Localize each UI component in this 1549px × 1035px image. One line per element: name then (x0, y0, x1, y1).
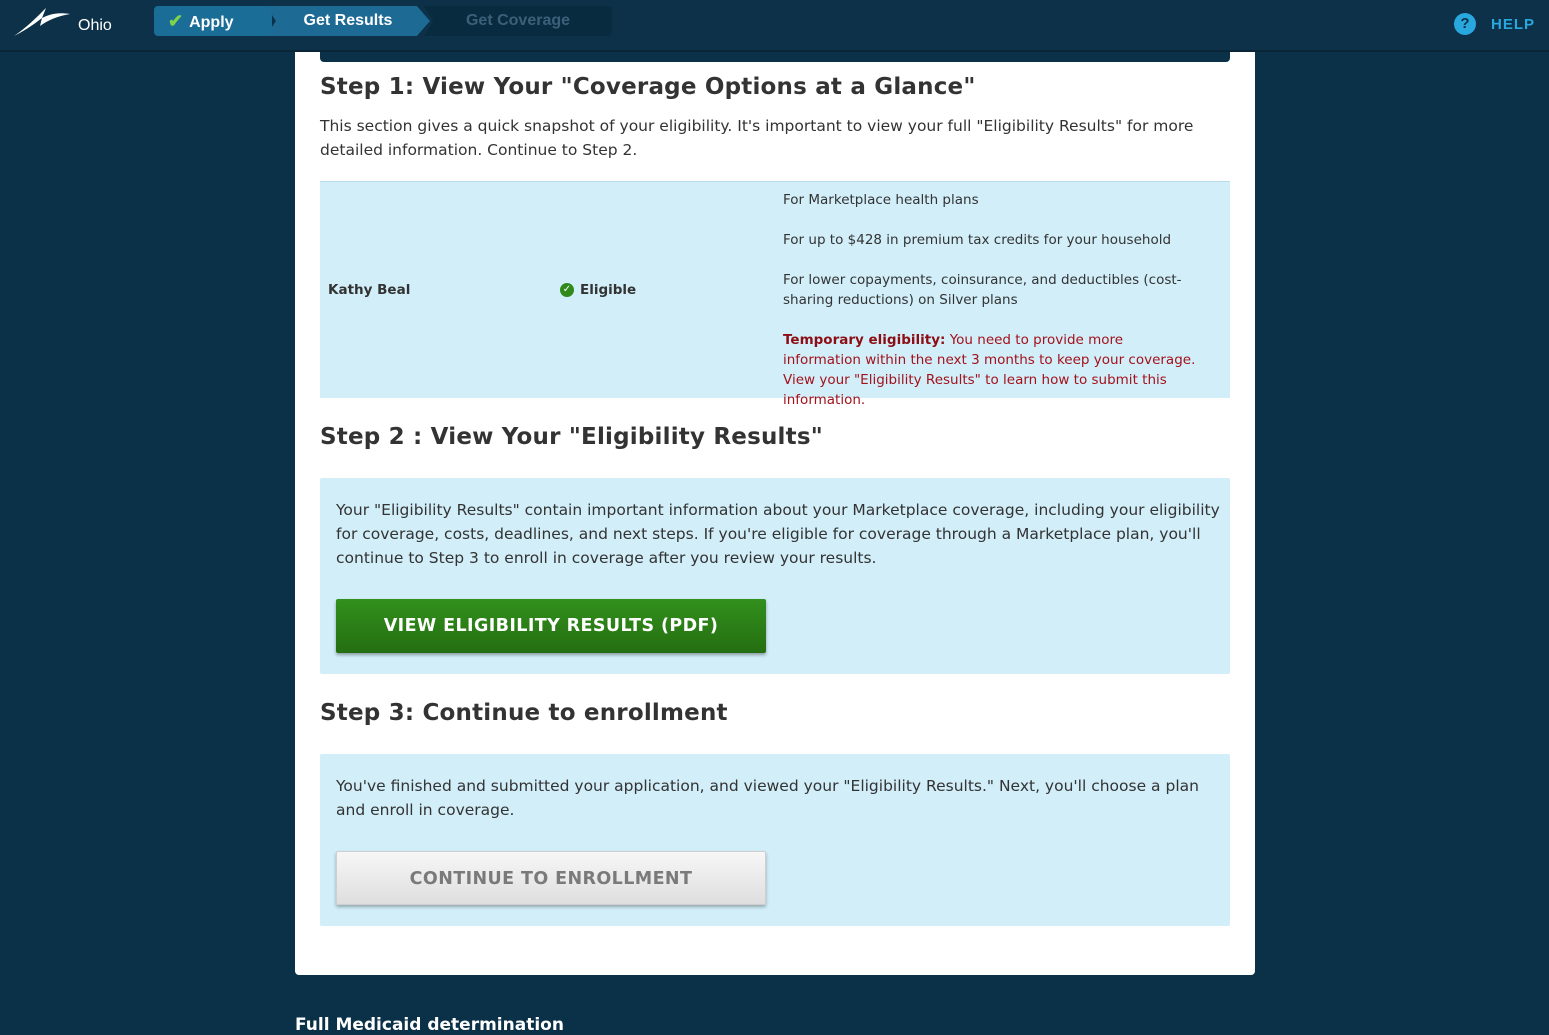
step1-intro: This section gives a quick snapshot of y… (320, 117, 1194, 159)
step-get-results-label: Get Results (303, 12, 393, 29)
step-get-results[interactable]: Get Results (266, 6, 430, 36)
step1-heading: Step 1: View Your "Coverage Options at a… (320, 74, 976, 100)
step2-body: Your "Eligibility Results" contain impor… (336, 501, 1220, 567)
step-get-coverage-label: Get Coverage (465, 12, 571, 29)
state-name: Ohio (78, 17, 112, 34)
progress-steps: ✔ Apply Get Coverage Get Results (154, 6, 612, 36)
eligibility-status: ✓ Eligible (560, 282, 636, 298)
warning-label: Temporary eligibility: (783, 332, 946, 348)
medicaid-determination-heading: Full Medicaid determination (295, 1015, 564, 1035)
eligibility-status-label: Eligible (580, 282, 637, 298)
step2-panel: Your "Eligibility Results" contain impor… (320, 478, 1230, 674)
step3-body: You've finished and submitted your appli… (336, 777, 1199, 819)
card-top-band (320, 52, 1230, 62)
help-link[interactable]: ? HELP (1453, 12, 1535, 36)
step-apply-label: Apply (189, 14, 234, 31)
results-card: Step 1: View Your "Coverage Options at a… (295, 52, 1255, 975)
step-apply[interactable]: ✔ Apply (154, 6, 272, 36)
detail-marketplace: For Marketplace health plans (783, 192, 979, 208)
step3-heading: Step 3: Continue to enrollment (320, 700, 728, 726)
view-eligibility-results-button[interactable]: VIEW ELIGIBILITY RESULTS (PDF) (336, 599, 766, 653)
continue-to-enrollment-button[interactable]: CONTINUE TO ENROLLMENT (336, 851, 766, 905)
step-get-coverage: Get Coverage (424, 6, 612, 36)
marketplace-logo-icon[interactable] (12, 6, 72, 38)
temporary-eligibility-warning: Temporary eligibility: You need to provi… (783, 330, 1203, 410)
step3-panel: You've finished and submitted your appli… (320, 754, 1230, 926)
checkmark-icon: ✔ (168, 11, 184, 31)
applicant-name: Kathy Beal (328, 282, 411, 298)
detail-tax-credits: For up to $428 in premium tax credits fo… (783, 232, 1172, 248)
top-navigation-bar: Ohio ✔ Apply Get Coverage Get Results ? H… (0, 0, 1549, 52)
step2-heading: Step 2 : View Your "Eligibility Results" (320, 424, 823, 450)
eligibility-details: For Marketplace health plans For up to $… (783, 190, 1203, 410)
detail-cost-sharing: For lower copayments, coinsurance, and d… (783, 272, 1182, 308)
check-circle-icon: ✓ (560, 283, 574, 297)
help-label: HELP (1490, 15, 1535, 33)
help-question-icon: ? (1453, 13, 1476, 35)
coverage-glance-row: Kathy Beal ✓ Eligible For Marketplace he… (320, 181, 1230, 408)
